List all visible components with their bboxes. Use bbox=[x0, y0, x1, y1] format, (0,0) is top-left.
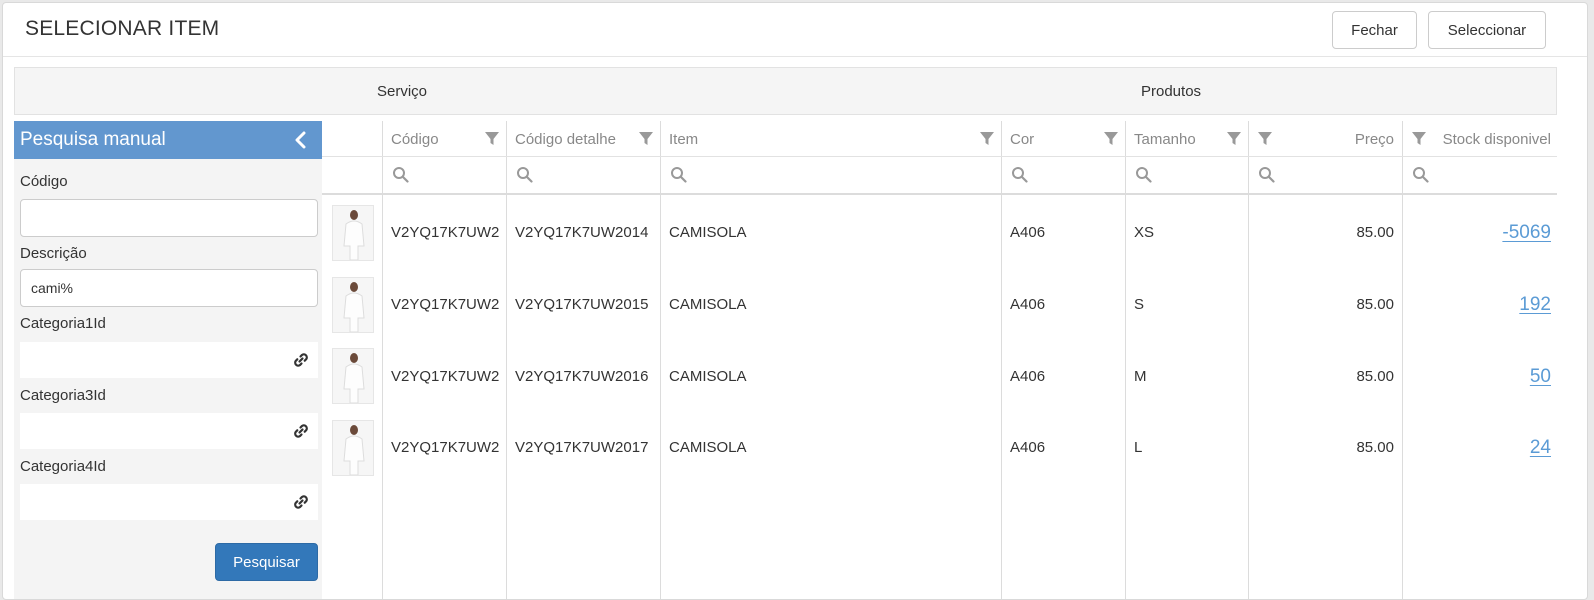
select-item-modal: SELECIONAR ITEM Fechar Seleccionar Servi… bbox=[2, 2, 1588, 600]
column-header-codigo[interactable]: Código bbox=[391, 131, 439, 148]
cell-preco: 85.00 bbox=[1356, 296, 1394, 313]
stock-link[interactable]: 50 bbox=[1432, 366, 1551, 388]
cell-codigo: V2YQ17K7UW2 bbox=[391, 224, 500, 241]
cell-item: CAMISOLA bbox=[669, 296, 747, 313]
filter-icon[interactable] bbox=[638, 131, 654, 147]
column-header-item[interactable]: Item bbox=[669, 131, 698, 148]
link-icon[interactable] bbox=[292, 422, 310, 440]
search-button[interactable]: Pesquisar bbox=[215, 543, 318, 581]
cell-codigo-detalhe: V2YQ17K7UW2014 bbox=[515, 224, 649, 241]
product-thumbnail bbox=[332, 420, 374, 476]
codigo-input[interactable] bbox=[20, 199, 318, 237]
categoria3-label: Categoria3Id bbox=[20, 387, 106, 404]
cell-codigo: V2YQ17K7UW2 bbox=[391, 296, 500, 313]
cell-cor: A406 bbox=[1010, 296, 1046, 313]
column-header-preco[interactable]: Preço bbox=[1262, 131, 1394, 148]
search-icon[interactable] bbox=[516, 166, 533, 183]
link-icon[interactable] bbox=[292, 351, 310, 369]
chevron-left-icon[interactable] bbox=[292, 131, 310, 149]
cell-codigo-detalhe: V2YQ17K7UW2017 bbox=[515, 439, 649, 456]
cell-cor: A406 bbox=[1010, 439, 1046, 456]
categoria3-field[interactable] bbox=[20, 413, 318, 449]
cell-item: CAMISOLA bbox=[669, 439, 747, 456]
filter-icon[interactable] bbox=[1257, 131, 1273, 147]
tab-servico[interactable]: Serviço bbox=[377, 83, 427, 100]
tab-bar: Serviço Produtos bbox=[14, 67, 1557, 115]
cell-tamanho: XS bbox=[1134, 224, 1155, 241]
cell-tamanho: M bbox=[1134, 368, 1147, 385]
select-button[interactable]: Seleccionar bbox=[1428, 11, 1546, 49]
filter-icon[interactable] bbox=[1226, 131, 1242, 147]
products-grid: Código Código detalhe Item Cor Tamanho P… bbox=[322, 121, 1557, 599]
descricao-input[interactable] bbox=[20, 269, 318, 307]
cell-codigo-detalhe: V2YQ17K7UW2015 bbox=[515, 296, 649, 313]
codigo-label: Código bbox=[20, 173, 68, 190]
search-icon[interactable] bbox=[1258, 166, 1275, 183]
link-icon[interactable] bbox=[292, 493, 310, 511]
close-button[interactable]: Fechar bbox=[1332, 11, 1417, 49]
cell-codigo-detalhe: V2YQ17K7UW2016 bbox=[515, 368, 649, 385]
column-header-tamanho[interactable]: Tamanho bbox=[1134, 131, 1196, 148]
cell-tamanho: L bbox=[1134, 439, 1143, 456]
cell-item: CAMISOLA bbox=[669, 224, 747, 241]
manual-search-panel: Pesquisa manual Código Descrição Categor… bbox=[14, 121, 322, 599]
cell-cor: A406 bbox=[1010, 368, 1046, 385]
descricao-label: Descrição bbox=[20, 245, 87, 262]
filter-icon[interactable] bbox=[1411, 131, 1427, 147]
product-thumbnail bbox=[332, 205, 374, 261]
stock-link[interactable]: -5069 bbox=[1432, 222, 1551, 244]
modal-header: SELECIONAR ITEM Fechar Seleccionar bbox=[3, 3, 1587, 57]
panel-header[interactable]: Pesquisa manual bbox=[14, 121, 322, 159]
categoria1-field[interactable] bbox=[20, 342, 318, 378]
categoria1-label: Categoria1Id bbox=[20, 315, 106, 332]
search-icon[interactable] bbox=[1135, 166, 1152, 183]
modal-title: SELECIONAR ITEM bbox=[25, 17, 220, 40]
filter-icon[interactable] bbox=[979, 131, 995, 147]
tab-produtos[interactable]: Produtos bbox=[1141, 83, 1201, 100]
stock-link[interactable]: 24 bbox=[1432, 437, 1551, 459]
column-header-cor[interactable]: Cor bbox=[1010, 131, 1034, 148]
filter-icon[interactable] bbox=[484, 131, 500, 147]
filter-icon[interactable] bbox=[1103, 131, 1119, 147]
column-header-codigo-detalhe[interactable]: Código detalhe bbox=[515, 131, 616, 148]
product-thumbnail bbox=[332, 277, 374, 333]
cell-codigo: V2YQ17K7UW2 bbox=[391, 439, 500, 456]
cell-item: CAMISOLA bbox=[669, 368, 747, 385]
categoria4-field[interactable] bbox=[20, 484, 318, 520]
categoria4-label: Categoria4Id bbox=[20, 458, 106, 475]
column-header-stock[interactable]: Stock disponivel bbox=[1432, 131, 1551, 148]
cell-cor: A406 bbox=[1010, 224, 1046, 241]
product-thumbnail bbox=[332, 348, 374, 404]
cell-preco: 85.00 bbox=[1356, 224, 1394, 241]
search-icon[interactable] bbox=[1011, 166, 1028, 183]
search-icon[interactable] bbox=[392, 166, 409, 183]
panel-title: Pesquisa manual bbox=[20, 129, 166, 150]
cell-codigo: V2YQ17K7UW2 bbox=[391, 368, 500, 385]
cell-preco: 85.00 bbox=[1356, 368, 1394, 385]
cell-tamanho: S bbox=[1134, 296, 1145, 313]
search-icon[interactable] bbox=[670, 166, 687, 183]
search-icon[interactable] bbox=[1412, 166, 1429, 183]
stock-link[interactable]: 192 bbox=[1432, 294, 1551, 316]
cell-preco: 85.00 bbox=[1356, 439, 1394, 456]
